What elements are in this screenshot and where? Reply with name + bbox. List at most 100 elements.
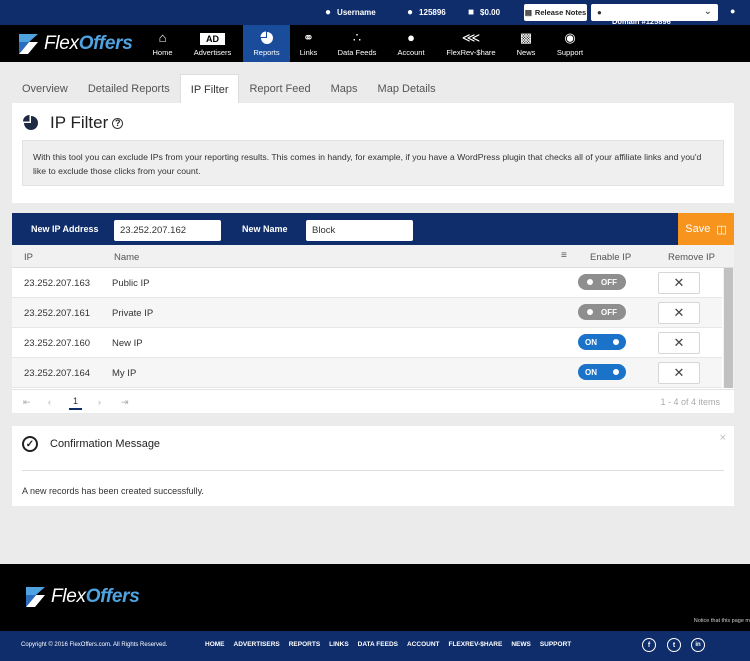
save-button[interactable]: Save ◫ <box>678 213 734 245</box>
linkedin-icon[interactable]: in <box>691 638 705 652</box>
footer-link-account[interactable]: ACCOUNT <box>407 641 440 648</box>
tab-detailed-reports[interactable]: Detailed Reports <box>78 74 180 104</box>
rss-icon: ∴ <box>352 29 362 45</box>
footer-link-flexrev-share[interactable]: FLEXREV-$HARE <box>448 641 502 648</box>
toggle-knob <box>587 279 593 285</box>
help-icon[interactable]: ? <box>112 117 124 129</box>
nav-home[interactable]: ⌂ Home <box>144 25 181 62</box>
twitter-icon[interactable]: t <box>667 638 681 652</box>
enable-ip-toggle[interactable]: ON <box>578 364 626 380</box>
flexoffers-logo-icon <box>26 587 45 607</box>
table-row: 23.252.207.164 My IP ON ✕ <box>12 358 722 388</box>
grid-scrollbar[interactable] <box>723 268 734 388</box>
facebook-icon[interactable]: f <box>642 638 656 652</box>
username: Username <box>337 8 376 17</box>
top-bar: ● Username ● 125896 ■ $0.00 ▤ Release No… <box>0 0 750 26</box>
flexoffers-logo[interactable]: FlexOffers <box>15 31 133 57</box>
name-label: New Name <box>242 224 288 234</box>
filter-icon[interactable]: ≡ <box>561 250 567 261</box>
name-input[interactable] <box>306 220 413 241</box>
confirmation-message: A new records has been created successfu… <box>22 486 204 496</box>
toggle-knob <box>587 309 593 315</box>
footer-link-links[interactable]: LINKS <box>329 641 349 648</box>
scrollbar-thumb[interactable] <box>724 268 733 388</box>
close-icon[interactable]: × <box>720 432 726 444</box>
tab-map-details[interactable]: Map Details <box>368 74 446 104</box>
prev-page-icon[interactable]: ‹ <box>48 397 51 407</box>
user-icon: ● <box>407 29 415 45</box>
release-notes-button[interactable]: ▤ Release Notes <box>524 4 587 21</box>
tab-report-feed[interactable]: Report Feed <box>239 74 320 104</box>
notes-icon: ▤ <box>524 8 532 17</box>
row-ip: 23.252.207.161 <box>24 308 91 319</box>
nav-news[interactable]: ▩ News <box>511 25 541 62</box>
remove-ip-button[interactable]: ✕ <box>658 272 700 294</box>
column-name[interactable]: Name <box>114 252 139 263</box>
footer-link-advertisers[interactable]: ADVERTISERS <box>234 641 280 648</box>
ip-filter-intro-card: IP Filter ? With this tool you can exclu… <box>12 103 734 203</box>
report-tabs: Overview Detailed Reports IP Filter Repo… <box>12 74 734 104</box>
user-menu[interactable]: ● Username <box>325 0 376 25</box>
new-ip-form: New IP Address New Name Save ◫ <box>12 213 734 245</box>
tab-overview[interactable]: Overview <box>12 74 78 104</box>
enable-ip-toggle[interactable]: ON <box>578 334 626 350</box>
user-icon: ● <box>325 7 332 18</box>
remove-ip-button[interactable]: ✕ <box>658 332 700 354</box>
wallet-icon: ■ <box>468 7 475 18</box>
notice-text: Notice that this page m <box>693 618 750 624</box>
enable-ip-toggle[interactable]: OFF <box>578 274 626 290</box>
next-page-icon[interactable]: › <box>98 397 101 407</box>
tab-maps[interactable]: Maps <box>321 74 368 104</box>
last-page-icon[interactable]: ⇥ <box>121 397 129 408</box>
footer-link-data-feeds[interactable]: DATA FEEDS <box>358 641 398 648</box>
main-nav: FlexOffers ⌂ Home AD Advertisers Reports… <box>0 25 750 62</box>
footer-link-news[interactable]: NEWS <box>511 641 531 648</box>
footer: FlexOffers Notice that this page m <box>0 564 750 631</box>
tab-ip-filter[interactable]: IP Filter <box>179 74 240 104</box>
grid-pager: ⇤ ‹ 1 › ⇥ 1 - 4 of 4 items <box>12 389 734 413</box>
confirmation-title: ✓ Confirmation Message <box>22 436 160 452</box>
page-title: IP Filter ? <box>22 113 124 133</box>
table-row: 23.252.207.163 Public IP OFF ✕ <box>12 268 722 298</box>
row-name: Public IP <box>112 278 150 289</box>
remove-ip-button[interactable]: ✕ <box>658 362 700 384</box>
nav-links[interactable]: ⚭ Links <box>292 25 325 62</box>
table-row: 23.252.207.161 Private IP OFF ✕ <box>12 298 722 328</box>
topbar-extra-icon[interactable]: ● <box>730 6 735 16</box>
share-icon: ⋘ <box>461 29 481 45</box>
footer-logo[interactable]: FlexOffers <box>22 584 140 610</box>
page-number[interactable]: 1 <box>69 396 83 410</box>
column-ip[interactable]: IP <box>24 252 33 263</box>
pager-summary: 1 - 4 of 4 items <box>660 397 720 407</box>
remove-ip-button[interactable]: ✕ <box>658 302 700 324</box>
divider <box>22 470 724 471</box>
users-icon: ● <box>407 7 414 18</box>
first-page-icon[interactable]: ⇤ <box>23 397 31 408</box>
nav-reports[interactable]: Reports <box>243 25 290 62</box>
footer-bottom-bar: Copyright © 2016 FlexOffers.com. All Rig… <box>0 631 750 661</box>
column-enable-ip: Enable IP <box>590 252 632 263</box>
footer-link-reports[interactable]: REPORTS <box>289 641 320 648</box>
nav-support[interactable]: ◉ Support <box>553 25 587 62</box>
row-name: Private IP <box>112 308 154 319</box>
globe-icon: ● <box>597 8 602 17</box>
ip-address-input[interactable] <box>114 220 221 241</box>
pie-chart-icon <box>23 115 38 130</box>
account-id: ● 125896 <box>407 7 446 18</box>
enable-ip-toggle[interactable]: OFF <box>578 304 626 320</box>
ip-label: New IP Address <box>31 224 99 234</box>
row-name: New IP <box>112 338 143 349</box>
nav-account[interactable]: ● Account <box>392 25 430 62</box>
row-name: My IP <box>112 368 137 379</box>
nav-flexrev-share[interactable]: ⋘ FlexRev-$hare <box>445 25 497 62</box>
footer-link-home[interactable]: HOME <box>205 641 225 648</box>
footer-link-support[interactable]: SUPPORT <box>540 641 571 648</box>
check-circle-icon: ✓ <box>22 436 38 452</box>
nav-advertisers[interactable]: AD Advertisers <box>190 25 235 62</box>
support-icon: ◉ <box>564 29 576 45</box>
nav-data-feeds[interactable]: ∴ Data Feeds <box>334 25 380 62</box>
row-ip: 23.252.207.163 <box>24 278 91 289</box>
close-icon: ✕ <box>673 335 685 350</box>
pie-chart-icon <box>260 31 274 45</box>
ad-badge-icon: AD <box>200 31 225 45</box>
